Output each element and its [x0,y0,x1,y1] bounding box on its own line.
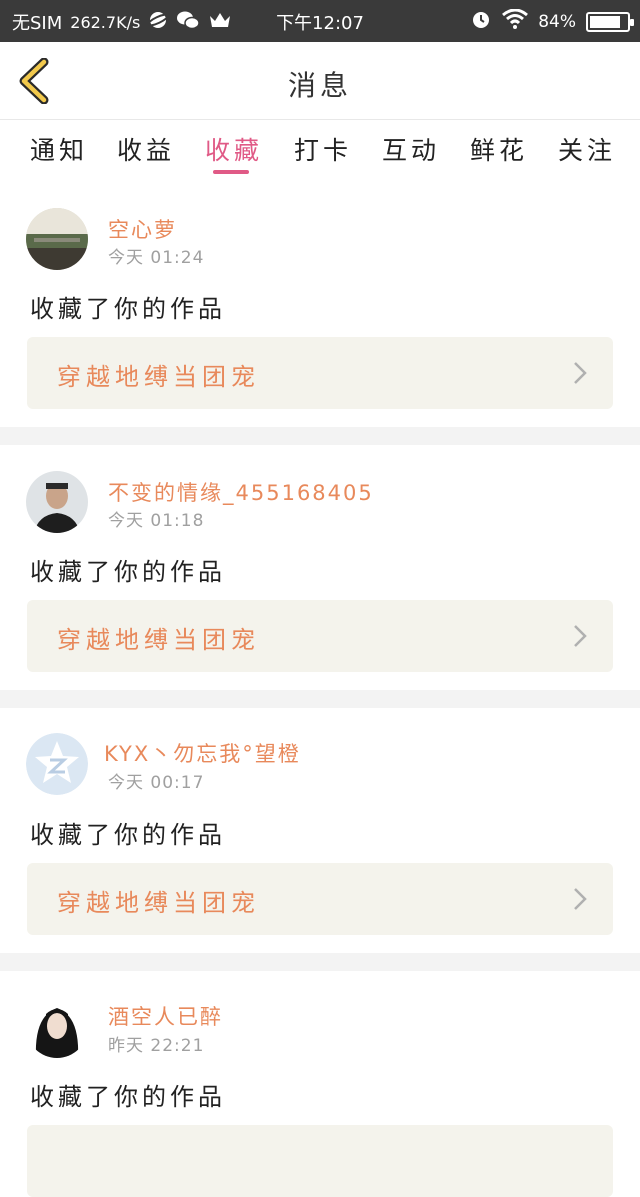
username[interactable]: 空心萝 [108,214,177,244]
divider [0,690,640,708]
avatar-woman-icon[interactable] [26,996,88,1058]
message-card: 空心萝 今天 01:24 收藏了你的作品 穿越地缚当团宠 [0,182,640,427]
tab-follows[interactable]: 关注 [558,131,616,167]
divider [0,427,640,445]
battery-percent: 84% [538,11,576,32]
message-card: KYX丶勿忘我°望橙 今天 00:17 收藏了你的作品 穿越地缚当团宠 [0,708,640,953]
chevron-right-icon [574,625,587,647]
work-link[interactable]: 穿越地缚当团宠 [27,337,613,409]
active-tab-indicator [213,170,249,174]
tab-bar: 通知 收益 收藏 打卡 互动 鲜花 关注 [0,121,640,179]
tab-favorites[interactable]: 收藏 [205,131,263,167]
battery-icon [586,11,634,32]
work-link[interactable]: 穿越地缚当团宠 [27,863,613,935]
action-text: 收藏了你的作品 [30,295,226,323]
tab-flowers[interactable]: 鲜花 [470,131,528,167]
status-bar: 无SIM 262.7K/s 下午12:07 84% [0,0,640,42]
avatar-default-z-icon[interactable] [26,733,88,795]
divider [0,953,640,971]
tab-notifications[interactable]: 通知 [30,131,88,167]
action-text: 收藏了你的作品 [30,558,226,586]
username[interactable]: 酒空人已醉 [108,1001,223,1031]
message-card: 酒空人已醉 昨天 22:21 收藏了你的作品 [0,971,640,1197]
nav-header: 消息 [0,42,640,120]
page-title: 消息 [287,69,352,102]
wifi-icon [502,8,529,34]
alarm-icon [470,8,492,35]
tab-checkin[interactable]: 打卡 [294,131,352,167]
work-link[interactable] [27,1125,613,1197]
timestamp: 今天 01:18 [108,511,205,531]
chevron-right-icon [574,362,587,384]
work-title: 穿越地缚当团宠 [57,889,260,917]
timestamp: 昨天 22:21 [108,1036,205,1056]
timestamp: 今天 00:17 [108,773,205,793]
avatar-man-icon[interactable] [26,471,88,533]
avatar-scenery-icon[interactable] [26,208,88,270]
username[interactable]: 不变的情缘_455168405 [108,477,374,507]
action-text: 收藏了你的作品 [30,821,226,849]
work-title: 穿越地缚当团宠 [57,363,260,391]
username[interactable]: KYX丶勿忘我°望橙 [104,738,301,768]
action-text: 收藏了你的作品 [30,1083,226,1111]
tab-earnings[interactable]: 收益 [117,131,175,167]
tab-interactions[interactable]: 互动 [382,131,440,167]
message-card: 不变的情缘_455168405 今天 01:18 收藏了你的作品 穿越地缚当团宠 [0,445,640,690]
work-link[interactable]: 穿越地缚当团宠 [27,600,613,672]
timestamp: 今天 01:24 [108,248,205,268]
chevron-right-icon [574,888,587,910]
work-title: 穿越地缚当团宠 [57,626,260,654]
